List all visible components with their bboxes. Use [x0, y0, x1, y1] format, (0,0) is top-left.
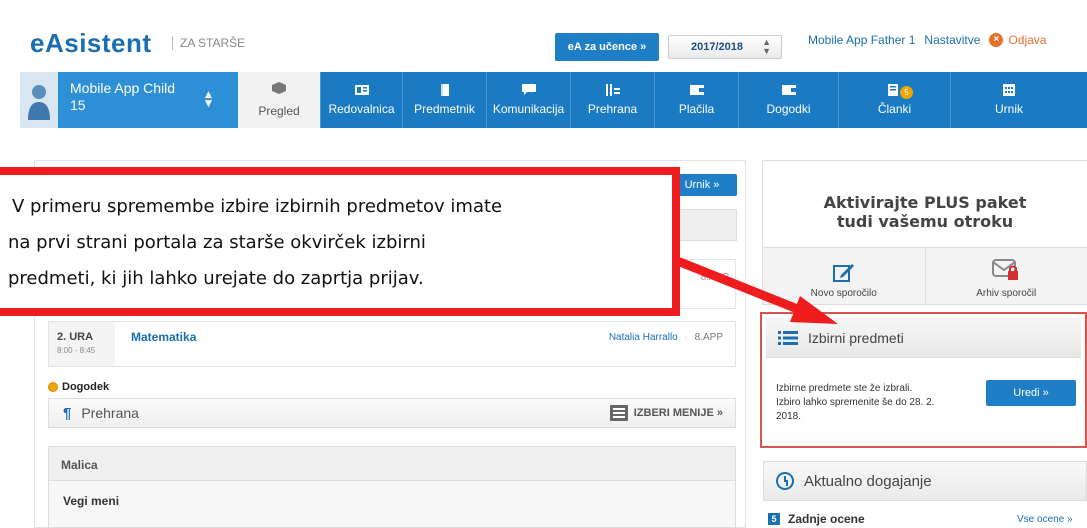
callout-line: predmeti, ki jih lahko urejate do zaprtj…	[8, 268, 424, 289]
article-count-badge: 5	[900, 86, 913, 99]
meal-header: Malica	[49, 447, 735, 481]
child-select-arrows-icon: ▲ ▼	[205, 90, 212, 109]
nav-predmetnik[interactable]: Predmetnik	[402, 72, 486, 128]
nav-label: Prehrana	[587, 102, 638, 116]
event-label: Dogodek	[62, 381, 110, 393]
grid-icon	[1003, 84, 1015, 96]
choose-menu-button[interactable]: IZBERI MENIJE »	[609, 405, 723, 421]
list-icon	[778, 330, 798, 345]
nav-label: Dogodki	[766, 102, 811, 116]
day-header-bar	[675, 209, 737, 241]
meal-box: Malica Vegi meni	[48, 446, 736, 528]
child-avatar	[20, 72, 58, 128]
elective-subjects-box: Izbirni predmeti Izbirne predmete ste že…	[760, 312, 1087, 448]
nav-placila[interactable]: Plačila	[654, 72, 738, 128]
edit-electives-button[interactable]: Uredi »	[986, 380, 1076, 406]
nav-dogodki[interactable]: Dogodki	[738, 72, 838, 128]
meal-item[interactable]: Vegi meni	[49, 481, 735, 508]
messages-row: Novo sporočilo Arhiv sporočil	[762, 247, 1087, 305]
prehrana-title: ¶ Prehrana	[63, 404, 139, 422]
food-icon	[605, 84, 620, 96]
nav-label: Plačila	[678, 102, 715, 116]
book-icon	[440, 84, 449, 96]
compose-icon	[832, 264, 854, 282]
school-year-value: 2017/2018	[691, 41, 743, 53]
plus-promo-text: Aktivirajte PLUS paket tudi vašemu otrok…	[823, 192, 1027, 231]
top-links: Mobile App Father 1 Nastavitve × Odjava	[808, 33, 1046, 47]
nav-prehrana[interactable]: Prehrana	[570, 72, 654, 128]
logout-link[interactable]: × Odjava	[989, 33, 1046, 47]
user-link[interactable]: Mobile App Father 1	[808, 33, 915, 47]
logout-label: Odjava	[1008, 33, 1047, 47]
lesson-subject[interactable]: Matematika	[131, 330, 196, 344]
elective-subjects-header: Izbirni predmeti	[766, 318, 1081, 358]
latest-grades-title: 5 Zadnje ocene	[768, 512, 865, 526]
box-icon	[272, 82, 286, 94]
chat-icon	[521, 84, 536, 95]
locked-envelope-icon	[992, 259, 1019, 280]
event-dot-icon	[48, 382, 58, 392]
settings-link[interactable]: Nastavitve	[924, 33, 980, 47]
person-icon	[28, 85, 50, 120]
logo[interactable]: eAsistent	[30, 28, 152, 59]
nav-redovalnica[interactable]: Redovalnica	[320, 72, 402, 128]
nav-label: Predmetnik	[414, 102, 475, 116]
grade-five-icon: 5	[768, 513, 780, 525]
nav-pregled[interactable]: Pregled	[238, 72, 320, 128]
nav-label: Komunikacija	[492, 102, 565, 116]
callout-line: na prvi strani portala za starše okvirče…	[8, 232, 426, 253]
gradebook-icon	[354, 85, 369, 95]
new-message-button[interactable]: Novo sporočilo	[763, 248, 925, 304]
logout-icon: ×	[989, 33, 1004, 47]
tutorial-callout: V primeru spremembe izbire izbirnih pred…	[0, 167, 680, 316]
elective-subjects-text: Izbirne predmete ste že izbrali. Izbiro …	[776, 383, 935, 422]
nav-urnik[interactable]: Urnik	[950, 72, 1067, 128]
nav-komunikacija[interactable]: Komunikacija	[486, 72, 570, 128]
wallet-icon	[689, 85, 704, 95]
first-lesson-room: 8.APP	[676, 259, 736, 309]
message-archive-button[interactable]: Arhiv sporočil	[924, 248, 1087, 304]
lesson-teacher: Natalia Harrallo · 8.APP	[608, 332, 723, 343]
main-navbar: Mobile App Child 15 ▲ ▼ Pregled Redovalni…	[20, 72, 1087, 128]
cutlery-icon: ¶	[63, 404, 72, 422]
lesson-number: 2. URA 8:00 - 8:45	[49, 322, 115, 366]
nav-label: Urnik	[994, 102, 1023, 116]
current-events-header[interactable]: Aktualno dogajanje	[763, 461, 1087, 501]
child-selector[interactable]: Mobile App Child 15 ▲ ▼	[20, 72, 238, 128]
nav-label: Članki	[877, 102, 912, 116]
logo-subtitle: ZA STARŠE	[172, 36, 245, 50]
event-legend: Dogodek	[48, 381, 109, 393]
school-year-select[interactable]: 2017/2018 ▲ ▼	[668, 35, 782, 59]
callout-line: V primeru spremembe izbire izbirnih pred…	[12, 196, 503, 217]
calendar-icon	[781, 85, 796, 95]
prehrana-panel-header: ¶ Prehrana IZBERI MENIJE »	[48, 398, 736, 428]
nav-label: Redovalnica	[328, 102, 395, 116]
child-name: Mobile App Child 15	[70, 80, 176, 113]
lesson-row[interactable]: 2. URA 8:00 - 8:45 Matematika Natalia Ha…	[48, 321, 736, 367]
all-grades-link[interactable]: Vse ocene »	[1017, 514, 1073, 525]
menu-list-icon	[609, 405, 628, 421]
select-arrows-icon: ▲ ▼	[762, 37, 771, 56]
nav-clanki[interactable]: 5 Članki	[838, 72, 950, 128]
nav-label: Pregled	[258, 104, 300, 118]
clock-icon	[776, 472, 794, 490]
ea-for-students-button[interactable]: eA za učence »	[555, 33, 659, 61]
